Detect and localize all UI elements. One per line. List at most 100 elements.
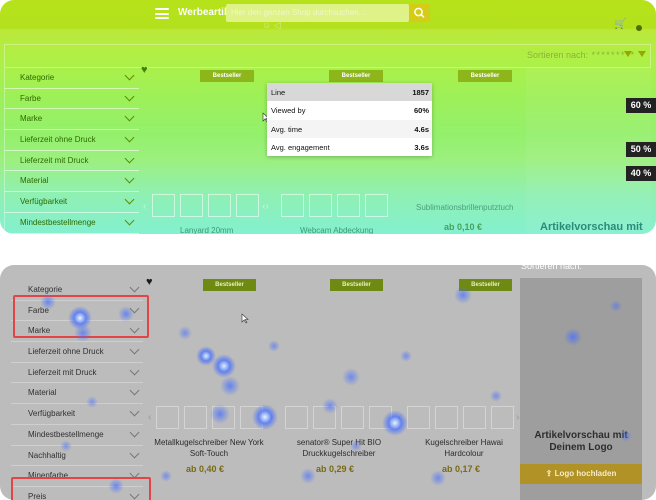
product-thumb[interactable] <box>435 406 458 429</box>
scroll-depth-badge: 50 % <box>626 142 656 157</box>
chevron-down-icon <box>124 91 135 102</box>
sort-control[interactable]: Sortieren nach: ********* <box>527 50 635 61</box>
logo-preview-title: Artikelvorschau mit Deinem Logo <box>534 430 628 453</box>
chevron-down-icon <box>124 173 135 184</box>
bestseller-badge: Bestseller <box>200 70 254 82</box>
filter-farbe[interactable]: Farbe <box>4 88 139 110</box>
carousel-prev-icon[interactable]: ‹ <box>398 412 401 423</box>
bestseller-badge: Bestseller <box>330 279 383 291</box>
bestseller-badge: Bestseller <box>203 279 256 291</box>
filter-nachhaltig[interactable]: Nachhaltig <box>11 446 143 467</box>
carousel-next-icon[interactable]: › <box>516 412 519 423</box>
product-thumb[interactable] <box>491 406 514 429</box>
carousel-prev-icon[interactable]: ‹ <box>148 412 151 423</box>
product-name[interactable]: senator® Super Hit BIO Druckkugelschreibe… <box>280 437 398 459</box>
product-thumb[interactable] <box>152 194 175 217</box>
tooltip-row: Avg. engagement 3.6s <box>271 142 429 152</box>
cart-count-dot <box>636 25 642 31</box>
product-thumb[interactable] <box>180 194 203 217</box>
product-thumb[interactable] <box>184 406 207 429</box>
wishlist-heart-icon[interactable]: ♥ <box>141 64 148 76</box>
product-price: ab 0,29 € <box>316 464 355 474</box>
site-header: Werbeartike Hier den ganzen Shop durchsu… <box>0 0 656 31</box>
filter-verfuegbarkeit[interactable]: Verfügbarkeit <box>11 404 143 425</box>
logo-preview-box: Artikelvorschau mit Deinem Logo ⇪ Logo ho… <box>520 278 642 500</box>
chevron-down-icon <box>124 132 135 143</box>
logo-preview-title: Artikelvorschau mit <box>540 221 643 233</box>
product-thumb[interactable] <box>369 406 392 429</box>
bestseller-badge: Bestseller <box>458 70 512 82</box>
scroll-depth-badge: 40 % <box>626 166 656 181</box>
chevron-down-icon <box>129 385 140 396</box>
product-price: ab 0,17 € <box>442 464 481 474</box>
filter-lieferzeit-ohne-druck[interactable]: Lieferzeit ohne Druck <box>11 342 143 363</box>
scroll-depth-badge: 60 % <box>626 98 656 113</box>
bestseller-badge: Bestseller <box>329 70 383 82</box>
menu-icon[interactable] <box>155 8 169 19</box>
highlight-box-farbe-marke <box>13 295 149 338</box>
product-thumb[interactable] <box>341 406 364 429</box>
chevron-down-icon <box>129 282 140 293</box>
product-name[interactable]: Kugelschreiber Hawai Hardcolour <box>408 437 520 459</box>
filter-sidebar: Kategorie Farbe Marke Lieferzeit ohne Dr… <box>4 68 139 234</box>
product-thumb[interactable] <box>236 194 259 217</box>
product-price: ab 0,40 € <box>186 464 225 474</box>
bestseller-badge: Bestseller <box>459 279 512 291</box>
product-name[interactable]: Sublimationsbrillenputztuch <box>416 203 513 212</box>
wishlist-heart-icon[interactable]: ♥ <box>146 276 153 288</box>
filter-lieferzeit-mit-druck[interactable]: Lieferzeit mit Druck <box>4 150 139 172</box>
product-thumb[interactable] <box>156 406 179 429</box>
product-thumb[interactable] <box>313 406 336 429</box>
chevron-down-icon <box>129 448 140 458</box>
chevron-down-icon <box>129 344 140 355</box>
sort-down-icon[interactable] <box>624 51 632 57</box>
chevron-down-icon <box>129 406 140 417</box>
filter-material[interactable]: Material <box>4 171 139 193</box>
upload-logo-button[interactable]: ⇪ Logo hochladen <box>520 464 642 484</box>
product-thumb[interactable] <box>309 194 332 217</box>
filter-lieferzeit-mit-druck[interactable]: Lieferzeit mit Druck <box>11 363 143 384</box>
sort-control[interactable]: Sortieren nach: <box>521 261 582 271</box>
filter-lieferzeit-ohne-druck[interactable]: Lieferzeit ohne Druck <box>4 130 139 151</box>
carousel-next-icon[interactable]: ‹› <box>262 201 269 212</box>
tooltip-row: Avg. time 4.6s <box>267 119 432 138</box>
tooltip-row: Viewed by 60% <box>271 106 429 116</box>
product-thumb[interactable] <box>407 406 430 429</box>
search-input[interactable]: Hier den ganzen Shop durchsuchen... <box>226 4 409 22</box>
product-thumb[interactable] <box>285 406 308 429</box>
product-thumb[interactable] <box>463 406 486 429</box>
filter-mindestbestellmenge[interactable]: Mindestbestellmenge <box>11 425 143 446</box>
product-thumb[interactable] <box>240 406 263 429</box>
filter-mindestbestellmenge[interactable]: Mindestbestellmenge <box>4 212 139 234</box>
carousel-next-icon[interactable]: › <box>270 412 273 423</box>
chevron-down-icon <box>124 194 135 205</box>
search-button[interactable] <box>409 4 430 22</box>
search-icon <box>414 7 425 18</box>
sort-dir-icon[interactable] <box>638 51 646 57</box>
mouse-cursor-icon <box>241 313 249 324</box>
filter-kategorie[interactable]: Kategorie <box>4 68 139 89</box>
product-name[interactable]: Webcam Abdeckung <box>300 226 373 234</box>
chevron-down-icon <box>124 70 135 81</box>
filter-verfuegbarkeit[interactable]: Verfügbarkeit <box>4 192 139 213</box>
chevron-down-icon <box>129 365 140 376</box>
tooltip-row: Line 1857 <box>267 83 432 102</box>
product-name[interactable]: Metallkugelschreiber New York Soft-Touch <box>150 437 268 459</box>
header-icons: ☺ ◁ <box>262 20 281 30</box>
cart-icon[interactable]: 🛒 <box>614 19 626 30</box>
product-thumb[interactable] <box>337 194 360 217</box>
product-thumb[interactable] <box>208 194 231 217</box>
carousel-prev-icon[interactable]: ‹ <box>143 201 146 212</box>
product-thumb[interactable] <box>365 194 388 217</box>
chevron-down-icon <box>129 427 140 438</box>
scroll-map-panel: Werbeartike Hier den ganzen Shop durchsu… <box>0 0 656 234</box>
filter-marke[interactable]: Marke <box>4 109 139 131</box>
analytics-screenshot: Werbeartike Hier den ganzen Shop durchsu… <box>0 0 656 500</box>
product-thumb[interactable] <box>281 194 304 217</box>
filter-material[interactable]: Material <box>11 383 143 405</box>
chevron-down-icon <box>124 215 135 226</box>
chevron-down-icon <box>124 153 135 164</box>
product-name[interactable]: Lanyard 20mm <box>180 226 233 234</box>
highlight-box-preis <box>11 477 151 500</box>
product-thumb[interactable] <box>212 406 235 429</box>
